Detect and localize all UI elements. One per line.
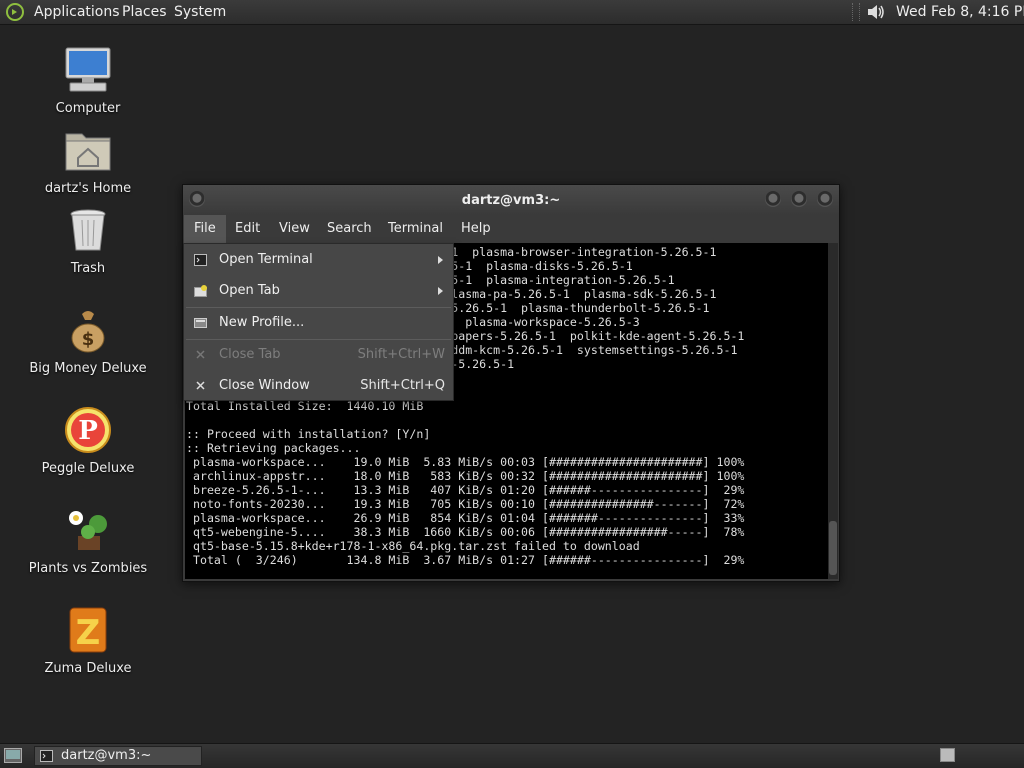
computer-icon (65, 47, 111, 92)
home-folder-icon (65, 133, 111, 171)
system-menu[interactable]: System (174, 4, 226, 20)
menu-item-close-tab[interactable]: Close Tab Shift+Ctrl+W (184, 340, 453, 370)
clock[interactable]: Wed Feb 8, 4:16 PM (896, 4, 1024, 20)
bottom-panel: dartz@vm3:~ (0, 743, 1024, 768)
desktop-icon-zuma[interactable]: Z Zuma Deluxe (18, 606, 158, 676)
desktop-icon-label: Zuma Deluxe (44, 661, 132, 676)
new-tab-icon (194, 285, 207, 297)
menu-edit[interactable]: Edit (225, 215, 270, 243)
file-menu-dropdown: Open Terminal Open Tab New Profile... Cl… (183, 243, 454, 401)
menu-item-new-profile[interactable]: New Profile... (184, 308, 453, 338)
desktop-icon-label: Plants vs Zombies (28, 561, 148, 576)
window-title: dartz@vm3:~ (461, 193, 561, 208)
desktop-icon-label: Peggle Deluxe (41, 461, 135, 476)
terminal-icon (40, 750, 53, 762)
money-bag-icon: $ (71, 311, 105, 353)
terminal-menubar: File Edit View Search Terminal Help (183, 215, 839, 243)
places-menu[interactable]: Places (122, 4, 167, 20)
desktop-icon-label: dartz's Home (44, 181, 132, 196)
zuma-icon: Z (69, 607, 107, 653)
terminal-icon (194, 254, 207, 266)
menu-terminal[interactable]: Terminal (378, 215, 453, 243)
volume-icon[interactable] (866, 3, 886, 21)
minimize-icon[interactable] (765, 191, 781, 207)
maximize-icon[interactable] (791, 191, 807, 207)
gnome-foot-icon[interactable] (6, 3, 24, 21)
applications-menu[interactable]: Applications (34, 4, 120, 20)
menu-file[interactable]: File (184, 215, 226, 243)
terminal-scrollbar[interactable] (828, 243, 838, 579)
desktop-icon-plants-vs-zombies[interactable]: Plants vs Zombies (18, 506, 158, 576)
profile-icon (194, 318, 207, 328)
scrollbar-thumb[interactable] (829, 521, 837, 575)
trash-icon (70, 209, 106, 251)
menu-item-close-window[interactable]: Close Window Shift+Ctrl+Q (184, 371, 453, 401)
desktop-icon-label: Computer (55, 101, 121, 116)
workspace-switcher[interactable] (940, 748, 955, 762)
desktop-icon-computer[interactable]: Computer (18, 46, 158, 116)
menu-item-open-terminal[interactable]: Open Terminal (184, 245, 453, 275)
svg-text:Z: Z (76, 613, 101, 653)
desktop-icon-home[interactable]: dartz's Home (18, 126, 158, 196)
peggle-icon: P (65, 407, 111, 453)
svg-text:$: $ (82, 329, 95, 350)
taskbar-item-terminal[interactable]: dartz@vm3:~ (34, 746, 202, 766)
menu-search[interactable]: Search (317, 215, 382, 243)
close-window-icon[interactable] (817, 191, 833, 207)
top-panel: Applications Places System Wed Feb 8, 4:… (0, 0, 1024, 25)
panel-separator (852, 3, 860, 21)
window-titlebar[interactable]: dartz@vm3:~ (183, 185, 839, 215)
submenu-arrow-icon (438, 287, 443, 295)
show-desktop-icon[interactable] (4, 748, 22, 763)
close-icon (196, 350, 205, 359)
desktop-icon-peggle[interactable]: P Peggle Deluxe (18, 406, 158, 476)
desktop-icon-trash[interactable]: Trash (18, 206, 158, 276)
submenu-arrow-icon (438, 256, 443, 264)
desktop-icon-label: Trash (70, 261, 106, 276)
menu-item-open-tab[interactable]: Open Tab (184, 276, 453, 306)
menu-view[interactable]: View (269, 215, 320, 243)
plants-icon (69, 511, 107, 550)
desktop-icon-big-money[interactable]: $ Big Money Deluxe (18, 306, 158, 376)
close-icon (196, 381, 205, 390)
desktop-icon-label: Big Money Deluxe (29, 361, 147, 376)
svg-text:P: P (78, 416, 98, 446)
menu-help[interactable]: Help (451, 215, 501, 243)
